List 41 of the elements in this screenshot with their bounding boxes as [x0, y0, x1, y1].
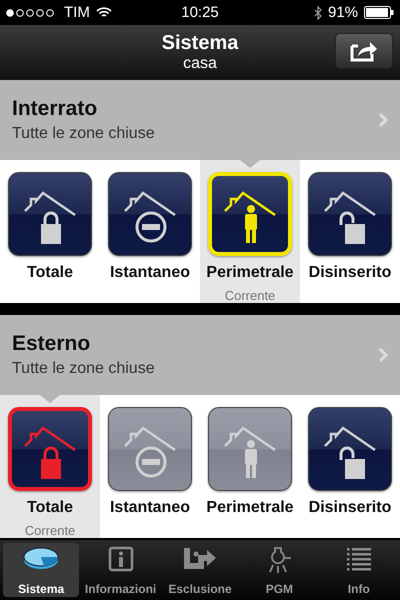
mode-label: Totale [27, 264, 73, 282]
mode-label: Disinserito [308, 499, 392, 517]
zone-status: Tutte le zone chiuse [12, 125, 155, 143]
zone-title: Interrato [12, 97, 98, 121]
mode-button[interactable] [8, 172, 92, 256]
current-mode-note: Corrente [24, 523, 76, 538]
mode-label: Disinserito [308, 264, 392, 282]
share-icon [350, 40, 378, 62]
battery-icon [364, 6, 394, 19]
mode-label: Istantaneo [110, 499, 190, 517]
zone-header[interactable]: Interrato Tutte le zone chiuse [0, 80, 400, 160]
tab[interactable]: PGM [241, 543, 318, 597]
mode-button[interactable] [108, 172, 192, 256]
clock-time: 10:25 [181, 4, 219, 21]
tab[interactable]: Esclusione [162, 543, 238, 597]
nav-title: Sistema [162, 32, 238, 55]
mode-label: Istantaneo [110, 264, 190, 282]
mode-label: Perimetrale [206, 264, 294, 282]
current-mode-note: Corrente [224, 288, 276, 303]
mode-label: Perimetrale [206, 499, 294, 517]
nav-subtitle: casa [183, 55, 217, 73]
wifi-icon [96, 6, 112, 18]
carrier-name: TIM [64, 4, 90, 21]
mode-button[interactable] [308, 172, 392, 256]
mode-label: Totale [27, 499, 73, 517]
zone-header[interactable]: Esterno Tutte le zone chiuse [0, 315, 400, 395]
chevron-icon [378, 112, 388, 128]
pie-chart-icon [22, 546, 60, 572]
share-button[interactable] [335, 33, 393, 69]
chevron-icon [378, 347, 388, 363]
info-icon [108, 546, 134, 572]
battery-percent: 91% [328, 4, 358, 21]
tab[interactable]: Informazioni [82, 543, 159, 597]
bluetooth-icon [314, 6, 322, 20]
zone-status: Tutte le zone chiuse [12, 360, 155, 378]
zone-title: Esterno [12, 332, 92, 356]
list-icon [346, 546, 372, 572]
mode-button[interactable] [308, 407, 392, 491]
tab[interactable]: Sistema [3, 543, 80, 597]
tab[interactable]: Info [320, 543, 397, 597]
bypass-arrow-icon [182, 546, 217, 572]
